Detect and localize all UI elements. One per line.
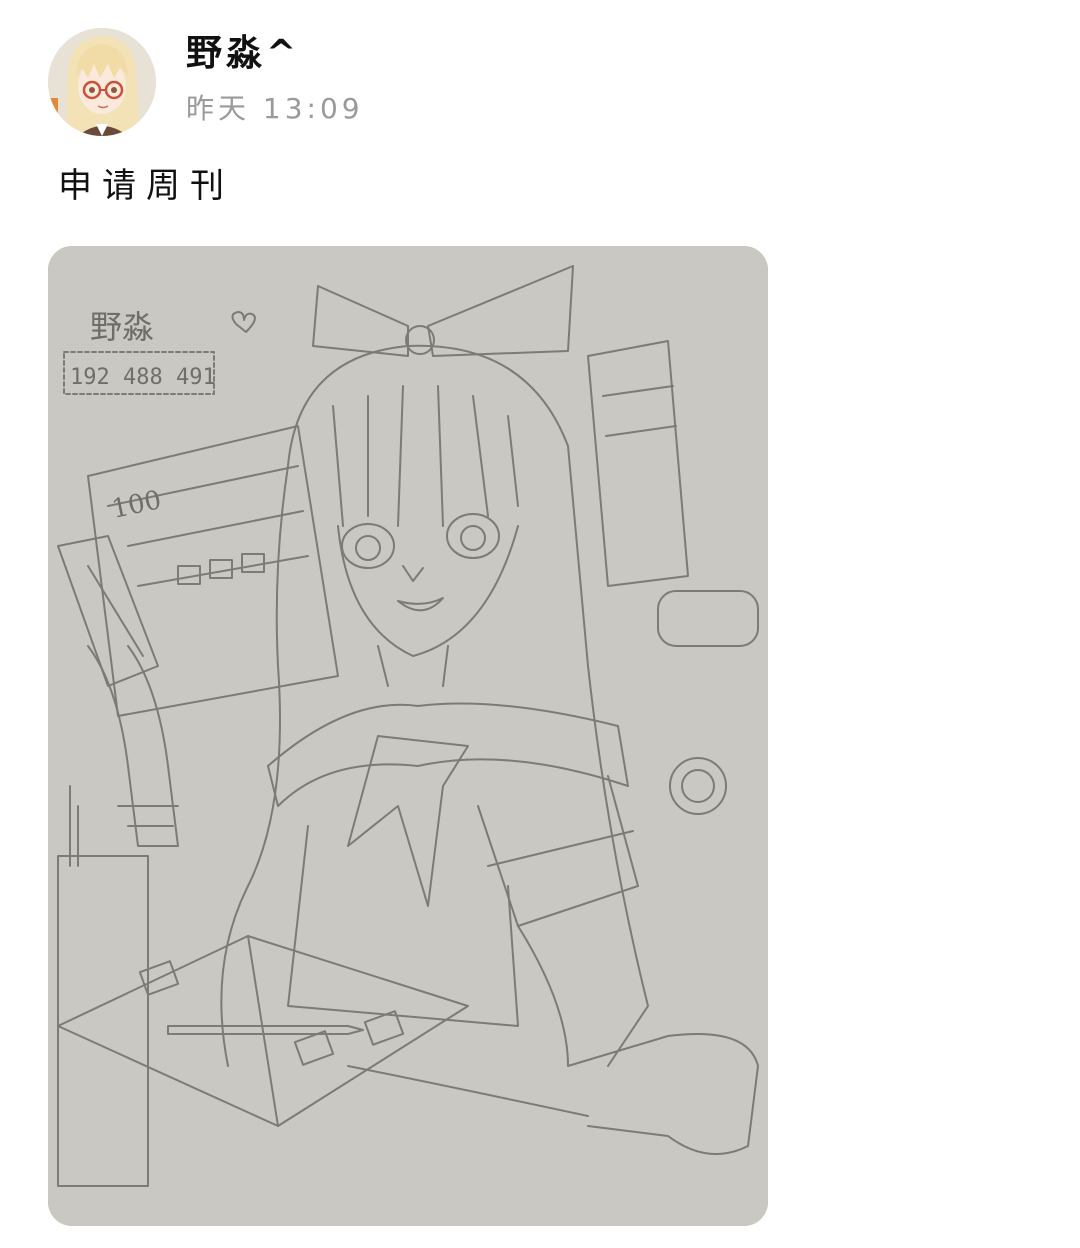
post-header: 野淼^ 昨天 13:09 bbox=[48, 28, 364, 136]
username[interactable]: 野淼^ bbox=[186, 32, 364, 76]
pencil-sketch-illustration: 野淼 192 488 491 100 bbox=[48, 246, 768, 1226]
post-image[interactable]: 野淼 192 488 491 100 bbox=[48, 246, 768, 1226]
sketch-qq-number: 192 488 491 bbox=[70, 365, 216, 390]
post-text: 申请周刊 bbox=[58, 166, 234, 206]
avatar-image bbox=[48, 28, 156, 136]
sketch-signature: 野淼 bbox=[90, 308, 154, 346]
avatar[interactable] bbox=[48, 28, 156, 136]
post-meta: 野淼^ 昨天 13:09 bbox=[186, 28, 364, 126]
timestamp: 昨天 13:09 bbox=[186, 92, 364, 125]
